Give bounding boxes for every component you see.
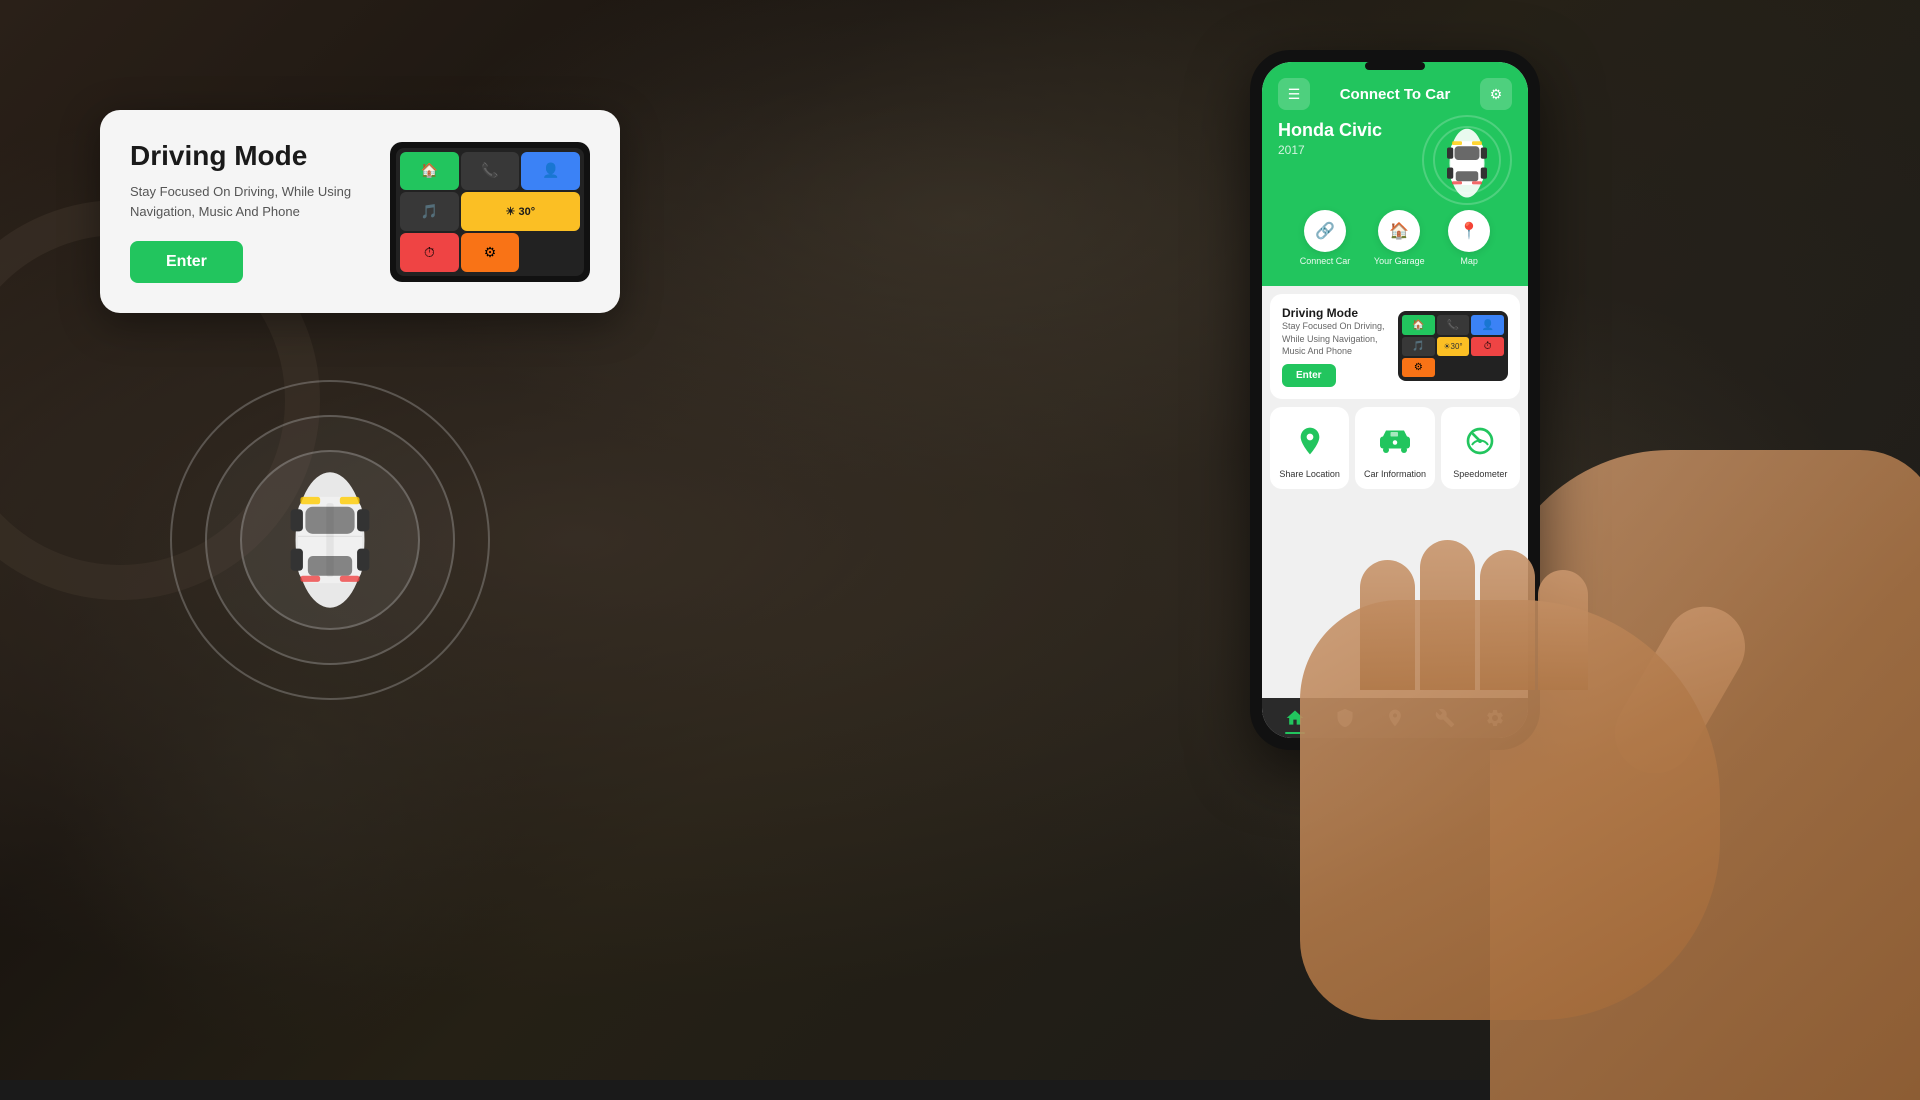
connect-car-label: Connect Car [1300,256,1351,266]
quick-action-garage[interactable]: 🏠 Your Garage [1374,210,1425,266]
phone-notch [1365,62,1425,70]
car-details: Honda Civic 2017 [1278,120,1382,157]
speedometer-button[interactable]: Speedometer [1441,407,1520,489]
car-radar-display [160,370,500,710]
nav-home[interactable] [1285,708,1305,728]
driving-mode-title: Driving Mode [130,140,370,172]
map-icon: 📍 [1448,210,1490,252]
car-name: Honda Civic [1278,120,1382,141]
speedometer-label: Speedometer [1453,469,1507,479]
nav-location[interactable] [1385,708,1405,728]
p-music-icon: 🎵 [1402,337,1435,356]
settings-button[interactable]: ⚙ [1480,78,1512,110]
p-speed-icon: ⏱ [1471,337,1504,356]
car-top-view-large [280,460,380,620]
phone-driving-title: Driving Mode [1282,306,1388,320]
phone-driving-desc: Stay Focused On Driving, While Using Nav… [1282,320,1388,358]
car-information-label: Car Information [1364,469,1426,479]
car-information-icon [1375,421,1415,461]
menu-icon: ☰ [1288,86,1301,103]
car-information-button[interactable]: Car Information [1355,407,1434,489]
driving-mode-description: Stay Focused On Driving, While Using Nav… [130,182,370,221]
phone-grid-section: Share Location Car Information [1262,403,1528,497]
phone-car-top-view [1442,123,1492,198]
connect-car-icon: 🔗 [1304,210,1346,252]
bottom-navigation [1262,698,1528,738]
nav-shield[interactable] [1335,708,1355,728]
enter-button[interactable]: Enter [130,241,243,283]
speedometer-icon [1460,421,1500,461]
share-location-button[interactable]: Share Location [1270,407,1349,489]
connect-title: Connect To Car [1340,86,1451,103]
phone-car-radar [1422,120,1512,200]
phone-mockup: ☰ Connect To Car ⚙ Honda Civic 2017 [1250,50,1540,750]
share-location-label: Share Location [1279,469,1340,479]
car-info-row: Honda Civic 2017 [1278,120,1512,200]
quick-action-connect[interactable]: 🔗 Connect Car [1300,210,1351,266]
p-settings-icon: ⚙ [1402,358,1435,377]
mini-icon-home: 🏠 [400,152,459,191]
mini-icon-weather: ☀ 30° [461,192,580,231]
mini-icon-music: 🎵 [400,192,459,231]
car-svg-large [280,460,380,620]
mini-phone-mockup: 🏠 📞 👤 🎵 ☀ 30° ⏱ ⚙ [390,142,590,282]
phone-screen: ☰ Connect To Car ⚙ Honda Civic 2017 [1262,62,1528,738]
driving-mode-text: Driving Mode Stay Focused On Driving, Wh… [130,140,370,283]
settings-icon: ⚙ [1490,86,1503,103]
driving-mode-card: Driving Mode Stay Focused On Driving, Wh… [100,110,620,313]
map-label: Map [1460,256,1478,266]
p-phone-icon: 📞 [1437,315,1470,334]
p-home-icon: 🏠 [1402,315,1435,334]
garage-label: Your Garage [1374,256,1425,266]
quick-actions-row: 🔗 Connect Car 🏠 Your Garage 📍 Map [1278,200,1512,266]
p-contact-icon: 👤 [1471,315,1504,334]
car-year: 2017 [1278,143,1382,157]
phone-driving-text: Driving Mode Stay Focused On Driving, Wh… [1282,306,1388,387]
phone-enter-button[interactable]: Enter [1282,364,1336,387]
phone-header-top: ☰ Connect To Car ⚙ [1278,78,1512,110]
mini-icon-contact: 👤 [521,152,580,191]
menu-button[interactable]: ☰ [1278,78,1310,110]
p-weather-icon: ☀30° [1437,337,1470,356]
phone-mini-screen: 🏠 📞 👤 🎵 ☀30° ⏱ ⚙ [1398,311,1508,381]
phone-driving-section: Driving Mode Stay Focused On Driving, Wh… [1270,294,1520,399]
share-location-icon [1290,421,1330,461]
mini-phone-screen: 🏠 📞 👤 🎵 ☀ 30° ⏱ ⚙ [396,148,584,276]
mini-icon-phone: 📞 [461,152,520,191]
phone-header: ☰ Connect To Car ⚙ Honda Civic 2017 [1262,62,1528,286]
mini-icon-speed: ⏱ [400,233,459,272]
nav-settings[interactable] [1485,708,1505,728]
garage-icon: 🏠 [1378,210,1420,252]
mini-icon-settings: ⚙ [461,233,520,272]
phone-car-svg [1442,123,1492,204]
nav-tools[interactable] [1435,708,1455,728]
quick-action-map[interactable]: 📍 Map [1448,210,1490,266]
